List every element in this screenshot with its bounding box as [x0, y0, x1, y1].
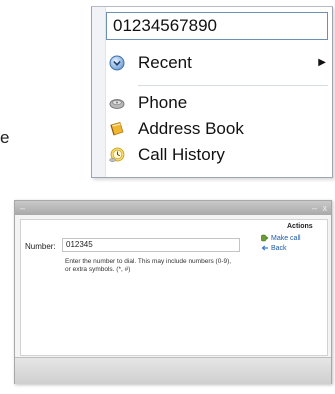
number-label: Number: — [25, 242, 56, 251]
menu-item-label: Recent — [138, 53, 192, 72]
action-label: Back — [271, 244, 287, 252]
menu-item-call-history[interactable]: Call History — [92, 139, 332, 171]
back-arrow-icon — [261, 245, 268, 251]
dial-number-input[interactable]: 012345 — [62, 238, 240, 252]
minimize-icon[interactable]: – — [312, 201, 317, 215]
make-call-icon — [261, 234, 269, 242]
submenu-arrow-icon: ▶ — [318, 57, 326, 68]
call-history-icon — [109, 147, 125, 162]
menu-separator — [138, 85, 328, 86]
window-menu-icon[interactable]: – — [20, 201, 25, 215]
phone-icon — [109, 99, 125, 109]
dialog-title-bar: – – x — [15, 201, 331, 215]
call-dropdown-menu: 01234567890 Recent ▶ Phone Address Book — [91, 6, 333, 178]
clipped-text: e — [0, 128, 10, 147]
dialog-content: Number: 012345 Enter the number to dial.… — [20, 219, 328, 356]
help-text: Enter the number to dial. This may inclu… — [65, 258, 232, 273]
make-call-link[interactable]: Make call — [261, 234, 301, 242]
dial-dialog: – – x Number: 012345 Enter the number to… — [14, 200, 332, 384]
close-icon[interactable]: x — [323, 201, 328, 215]
action-label: Make call — [271, 234, 301, 242]
back-link[interactable]: Back — [261, 244, 287, 252]
menu-item-label: Call History — [138, 145, 225, 164]
recent-chevron-icon — [109, 55, 125, 71]
dialog-footer — [15, 357, 331, 384]
number-input[interactable]: 01234567890 — [106, 12, 328, 40]
actions-heading: Actions — [287, 223, 313, 230]
menu-item-recent[interactable]: Recent ▶ — [92, 47, 332, 79]
address-book-icon — [110, 122, 124, 136]
